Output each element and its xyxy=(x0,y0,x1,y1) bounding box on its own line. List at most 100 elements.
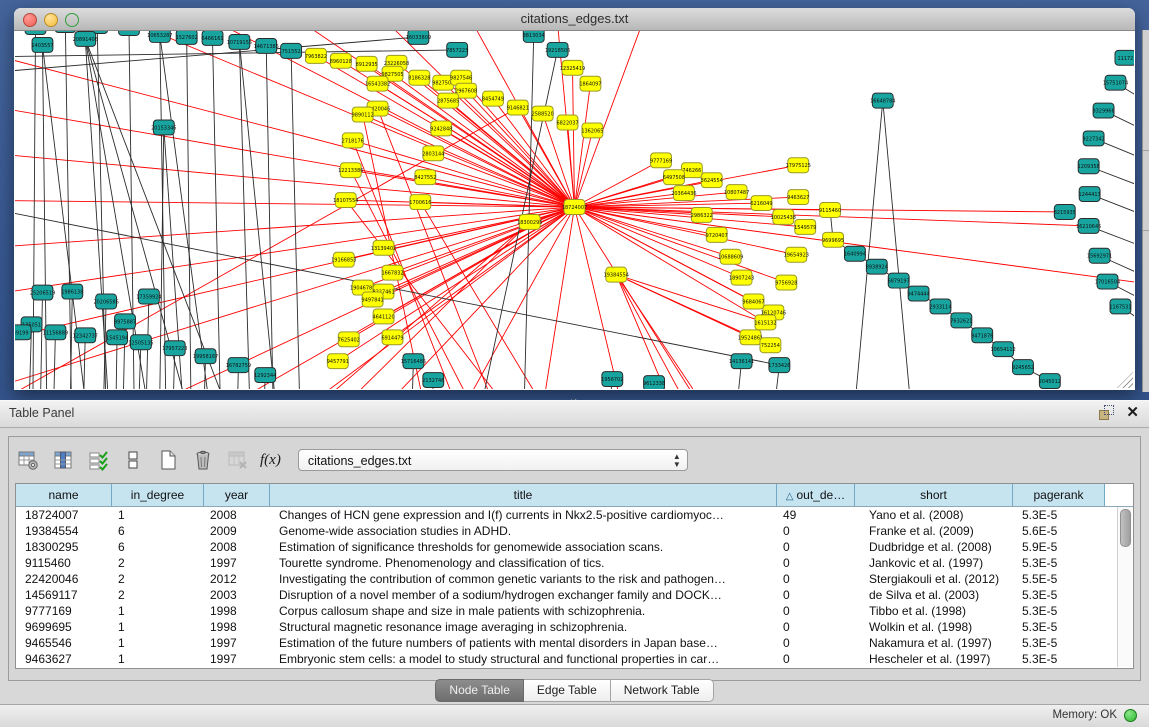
graph-node[interactable]: 19654923 xyxy=(784,247,809,262)
graph-node[interactable]: 8938924 xyxy=(866,259,888,274)
graph-node[interactable]: 1244413 xyxy=(1079,187,1101,202)
table-cell[interactable]: 5.3E-5 xyxy=(1013,635,1105,651)
table-cell[interactable]: 2 xyxy=(112,571,204,587)
table-cell[interactable]: 0 xyxy=(777,603,855,619)
table-cell[interactable]: Stergiakouli et al. (2012) xyxy=(855,571,1013,587)
table-cell[interactable]: Estimation of the future numbers of pati… xyxy=(270,635,777,651)
graph-node[interactable]: 8613 xyxy=(25,31,46,34)
graph-node[interactable]: 10688609 xyxy=(718,249,743,264)
table-cell[interactable]: 5.3E-5 xyxy=(1013,507,1105,523)
graph-node[interactable]: 14671385 xyxy=(254,38,279,53)
graph-node[interactable]: 10719155 xyxy=(227,34,252,49)
graph-node[interactable]: 6914479 xyxy=(381,330,403,345)
graph-node[interactable]: 8471876 xyxy=(971,328,993,343)
table-cell[interactable]: Wolkin et al. (1998) xyxy=(855,619,1013,635)
table-cell[interactable]: 6 xyxy=(112,523,204,539)
graph-node[interactable]: 6216049 xyxy=(750,196,772,211)
table-cell[interactable]: 9699695 xyxy=(16,619,112,635)
table-cell[interactable]: 1 xyxy=(112,603,204,619)
column-header-short[interactable]: short xyxy=(855,484,1013,506)
graph-node[interactable]: 8186328 xyxy=(408,70,430,85)
graph-edge[interactable] xyxy=(39,293,42,389)
graph-node[interactable]: 2803144 xyxy=(422,146,444,161)
table-cell[interactable]: 22420046 xyxy=(16,571,112,587)
table-row[interactable]: 911546021997Tourette syndrome. Phenomeno… xyxy=(16,555,1133,571)
table-cell[interactable]: 5.3E-5 xyxy=(1013,619,1105,635)
graph-node[interactable]: 16543382 xyxy=(365,76,390,91)
table-row[interactable]: 1872400712008Changes of HCN gene express… xyxy=(16,507,1133,523)
graph-node[interactable]: 12505135 xyxy=(128,335,153,350)
graph-edge[interactable] xyxy=(420,202,574,389)
graph-node[interactable]: 2933114 xyxy=(929,299,951,314)
graph-node[interactable]: 9612338 xyxy=(643,376,665,389)
graph-node[interactable]: 9474444 xyxy=(908,286,930,301)
graph-node[interactable]: 6531 xyxy=(119,31,140,35)
graph-node[interactable]: 1640994 xyxy=(844,246,866,261)
graph-node[interactable]: 20891406 xyxy=(73,31,98,46)
graph-node[interactable]: 1167531 xyxy=(1109,299,1131,314)
table-cell[interactable]: Tibbo et al. (1998) xyxy=(855,603,1013,619)
table-row[interactable]: 1456911722003Disruption of a novel membe… xyxy=(16,587,1133,603)
table-cell[interactable]: 49 xyxy=(777,507,855,523)
graph-node[interactable]: 8813034 xyxy=(523,31,545,42)
graph-node[interactable]: 9245652 xyxy=(1012,360,1034,375)
graph-edge[interactable] xyxy=(52,332,55,389)
graph-edge[interactable] xyxy=(616,275,739,389)
table-row[interactable]: 946362711997Embryonic stem cells: a mode… xyxy=(16,651,1133,667)
table-vertical-scrollbar[interactable] xyxy=(1117,507,1132,667)
table-cell[interactable]: 2003 xyxy=(204,587,270,603)
graph-node[interactable]: 19218506 xyxy=(545,42,570,57)
graph-node[interactable]: 39199 xyxy=(15,325,31,340)
rows-button[interactable] xyxy=(120,447,146,473)
new-table-button[interactable] xyxy=(155,447,181,473)
graph-node[interactable]: 7625402 xyxy=(338,332,360,347)
graph-node[interactable]: 15692971 xyxy=(1087,248,1112,263)
table-cell[interactable]: 0 xyxy=(777,571,855,587)
graph-node[interactable]: 17359924 xyxy=(136,289,161,304)
table-cell[interactable]: 2008 xyxy=(204,507,270,523)
table-cell[interactable]: Jankovic et al. (1997) xyxy=(855,555,1013,571)
graph-node[interactable]: 2045012 xyxy=(1039,374,1061,389)
table-cell[interactable]: 6 xyxy=(112,539,204,555)
table-cell[interactable]: 9777169 xyxy=(16,603,112,619)
graph-node[interactable]: 1956702 xyxy=(601,372,623,387)
table-cell[interactable]: de Silva et al. (2003) xyxy=(855,587,1013,603)
graph-node[interactable]: 18907243 xyxy=(729,270,754,285)
graph-node[interactable]: 752254 xyxy=(760,338,781,353)
graph-node[interactable]: 14136141 xyxy=(729,354,754,369)
table-cell[interactable]: 9115460 xyxy=(16,555,112,571)
table-row[interactable]: 969969511998Structural magnetic resonanc… xyxy=(16,619,1133,635)
graph-edge[interactable] xyxy=(33,31,36,389)
column-header-out_de[interactable]: △out_de… xyxy=(777,484,855,506)
graph-node[interactable]: 2588520 xyxy=(532,106,554,121)
graph-node[interactable]: 20153346 xyxy=(151,120,176,135)
graph-node[interactable]: 6879197 xyxy=(888,273,910,288)
table-cell[interactable]: 18724007 xyxy=(16,507,112,523)
graph-node[interactable]: 9146821 xyxy=(507,100,529,115)
function-builder-icon[interactable]: f(x) xyxy=(260,452,281,469)
network-canvas[interactable]: 8613317140556531140355720891406106532871… xyxy=(15,31,1134,389)
network-file-selector[interactable]: citations_edges.txt ▲▼ xyxy=(298,449,688,471)
graph-node[interactable]: 19384554 xyxy=(604,267,629,282)
graph-node[interactable]: 9699695 xyxy=(822,232,844,247)
graph-node[interactable]: 18300295 xyxy=(517,214,542,229)
graph-node[interactable]: 2986322 xyxy=(691,208,713,223)
table-row[interactable]: 946554611997Estimation of the future num… xyxy=(16,635,1133,651)
graph-edge[interactable] xyxy=(883,101,915,389)
graph-node[interactable]: 1362065 xyxy=(581,123,603,138)
table-row[interactable]: 1830029562008Estimation of significance … xyxy=(16,539,1133,555)
graph-node[interactable]: 20364436 xyxy=(671,186,696,201)
graph-node[interactable]: 3171 xyxy=(55,31,76,32)
table-cell[interactable]: 5.3E-5 xyxy=(1013,587,1105,603)
graph-node[interactable]: 19166853 xyxy=(331,252,356,267)
graph-node[interactable]: 20206586 xyxy=(93,294,118,309)
graph-edge[interactable] xyxy=(523,35,534,389)
table-cell[interactable]: 0 xyxy=(777,555,855,571)
graph-node[interactable]: 9463627 xyxy=(787,190,809,205)
memory-ok-indicator[interactable] xyxy=(1124,709,1137,722)
graph-node[interactable]: 1549579 xyxy=(794,219,816,234)
graph-node[interactable]: 9890112 xyxy=(352,107,374,122)
table-cell[interactable]: Dudbridge et al. (2008) xyxy=(855,539,1013,555)
graph-node[interactable]: 15716485 xyxy=(401,354,426,369)
table-cell[interactable]: 5.3E-5 xyxy=(1013,651,1105,667)
